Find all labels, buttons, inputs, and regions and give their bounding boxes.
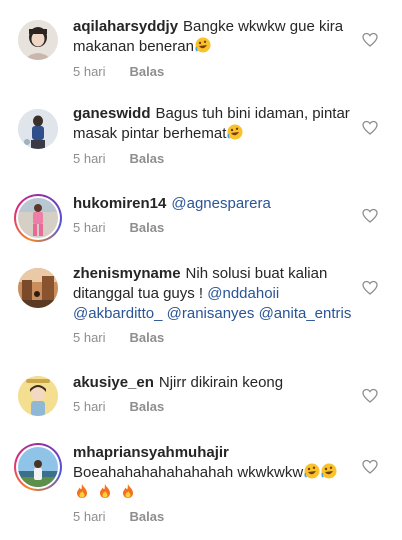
avatar-story-ring[interactable] [14, 443, 62, 491]
rolling-laughing-emoji [304, 463, 320, 479]
comment-meta: 5 hari Balas [73, 330, 164, 345]
fire-emoji [97, 483, 113, 499]
reply-button[interactable]: Balas [130, 220, 165, 235]
comment-username[interactable]: ganeswidd [73, 105, 151, 122]
heart-icon[interactable] [362, 280, 378, 296]
comment-text: ganeswidd Bagus tuh bini idaman, pintar m… [73, 104, 355, 144]
comment-time: 5 hari [73, 330, 106, 345]
rolling-laughing-emoji [321, 463, 337, 479]
fire-emoji [74, 483, 90, 499]
comment-text: akusiye_en Njirr dikirain keong [73, 373, 355, 393]
avatar [18, 447, 58, 487]
mention-link[interactable]: @ranisanyes [167, 305, 255, 322]
comment-time: 5 hari [73, 509, 106, 524]
avatar [18, 198, 58, 238]
comment-time: 5 hari [73, 220, 106, 235]
comment-body: Njirr dikirain keong [158, 374, 284, 391]
comment-username[interactable]: mhapriansyahmuhajir [73, 444, 229, 461]
reply-button[interactable]: Balas [130, 509, 165, 524]
heart-icon[interactable] [362, 120, 378, 136]
comment-time: 5 hari [73, 151, 106, 166]
comment-meta: 5 hari Balas [73, 64, 164, 79]
heart-icon[interactable] [362, 32, 378, 48]
heart-icon[interactable] [362, 388, 378, 404]
comment-username[interactable]: akusiye_en [73, 374, 154, 391]
avatar[interactable] [18, 20, 58, 60]
mention-link[interactable]: @akbarditto_ [73, 305, 162, 322]
rolling-laughing-emoji [227, 124, 243, 140]
avatar[interactable] [18, 268, 58, 308]
comment-time: 5 hari [73, 64, 106, 79]
comment-username[interactable]: aqilaharsyddjy [73, 18, 178, 35]
comment-text: aqilaharsyddjy Bangke wkwkw gue kira maka… [73, 17, 355, 57]
avatar[interactable] [18, 109, 58, 149]
reply-button[interactable]: Balas [130, 64, 165, 79]
mention-link[interactable]: @agnesparera [171, 195, 270, 212]
comment-meta: 5 hari Balas [73, 220, 164, 235]
fire-emoji [120, 483, 136, 499]
avatar[interactable] [18, 376, 58, 416]
avatar-story-ring[interactable] [14, 194, 62, 242]
comment-meta: 5 hari Balas [73, 509, 164, 524]
heart-icon[interactable] [362, 459, 378, 475]
comment-meta: 5 hari Balas [73, 399, 164, 414]
comment-text: hukomiren14 @agnesparera [73, 194, 355, 214]
reply-button[interactable]: Balas [130, 330, 165, 345]
comment-text: mhapriansyahmuhajir Boeahahahahahahahah w… [73, 443, 355, 503]
reply-button[interactable]: Balas [130, 399, 165, 414]
comment-username[interactable]: zhenismyname [73, 265, 181, 282]
comment-time: 5 hari [73, 399, 106, 414]
mention-link[interactable]: @nddahoii [207, 285, 279, 302]
comment-meta: 5 hari Balas [73, 151, 164, 166]
comment-text: zhenismyname Nih solusi buat kalian ditan… [73, 264, 355, 324]
comment-username[interactable]: hukomiren14 [73, 195, 166, 212]
rolling-laughing-emoji [195, 37, 211, 53]
mention-link[interactable]: @anita_entris [259, 305, 352, 322]
comment-body: Boeahahahahahahahah wkwkwkw [73, 464, 304, 481]
reply-button[interactable]: Balas [130, 151, 165, 166]
fire-emoji-row [73, 484, 136, 501]
heart-icon[interactable] [362, 208, 378, 224]
